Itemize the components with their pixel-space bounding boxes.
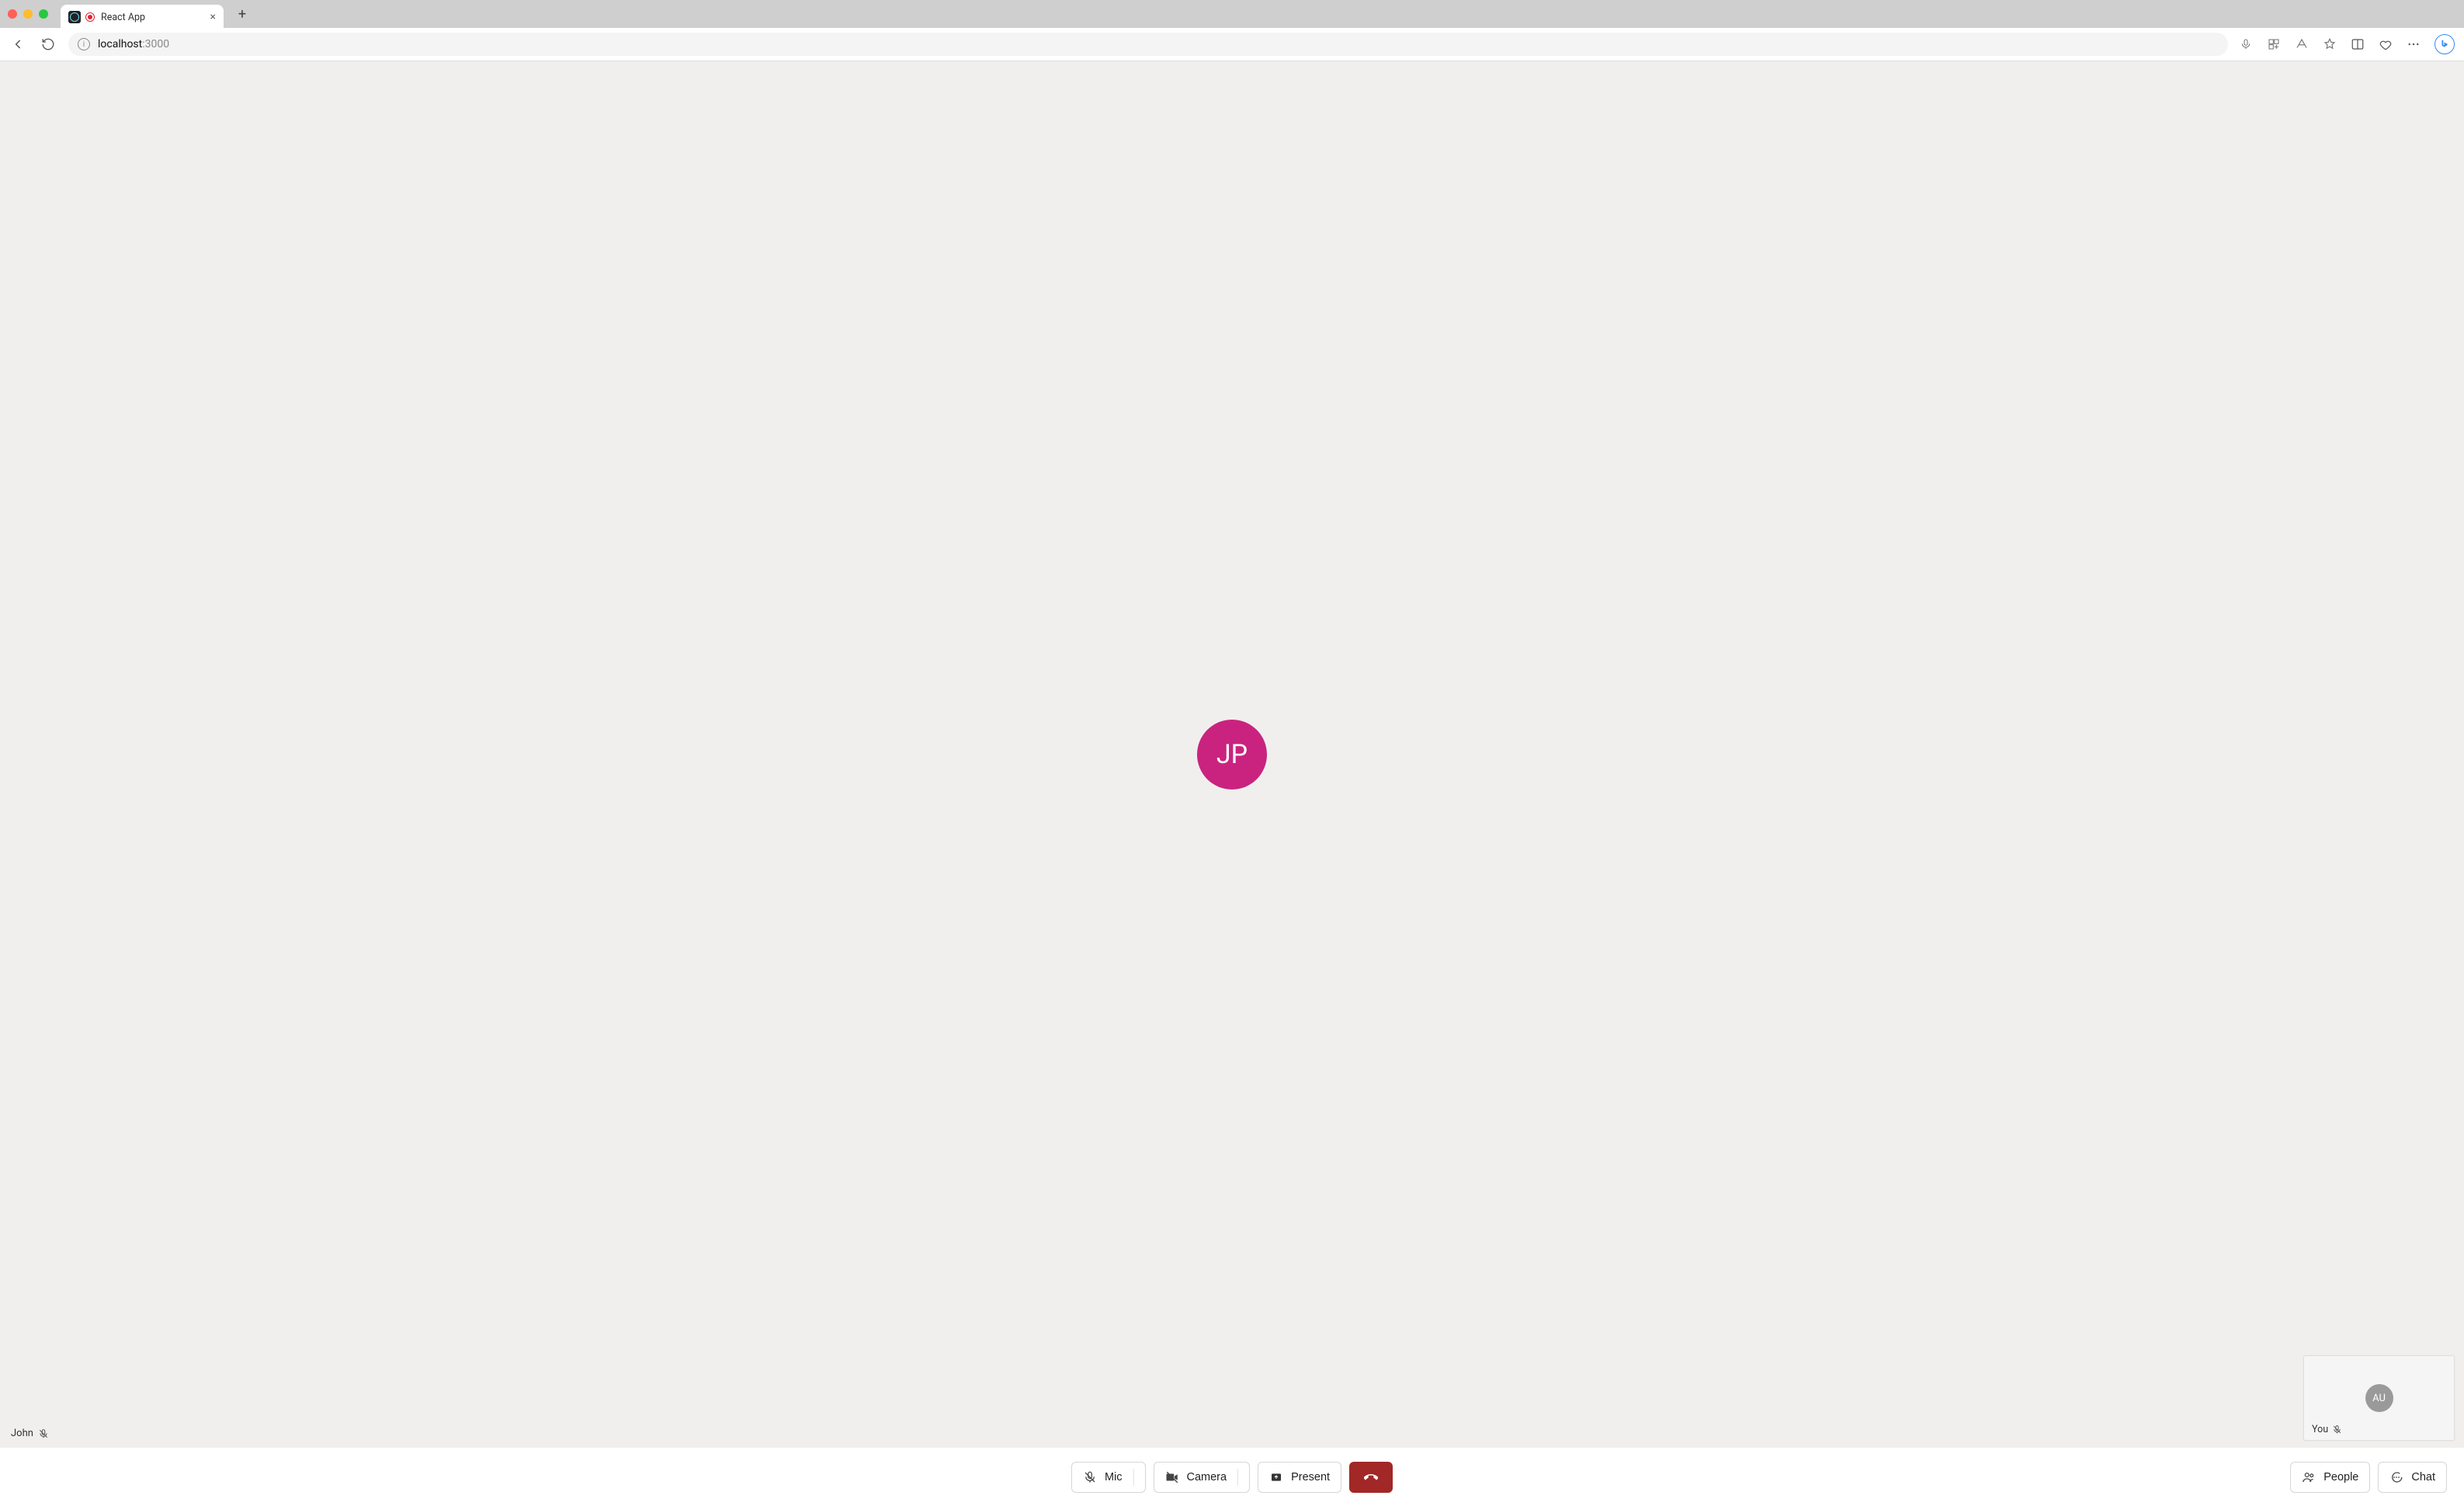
video-stage: JP John AU You <box>0 61 2464 1447</box>
tab-title: React App <box>101 12 204 23</box>
people-icon <box>2302 1470 2316 1484</box>
nav-back-button[interactable] <box>9 35 28 54</box>
remote-participant-label: John <box>11 1428 49 1439</box>
remote-participant-name: John <box>11 1428 33 1439</box>
present-icon <box>1269 1470 1283 1484</box>
bing-button[interactable] <box>2435 34 2455 54</box>
read-aloud-icon[interactable] <box>2295 37 2309 51</box>
extensions-icon[interactable] <box>2267 37 2281 51</box>
url-text: localhost:3000 <box>98 38 169 50</box>
browser-chrome: React App × + i localhost:3000 <box>0 0 2464 61</box>
tab-strip: React App × + <box>0 0 2464 28</box>
remote-participant-initials: JP <box>1216 739 1248 770</box>
window-maximize-button[interactable] <box>39 9 48 19</box>
window-controls <box>8 9 53 19</box>
window-minimize-button[interactable] <box>23 9 33 19</box>
recording-indicator-icon <box>85 12 95 22</box>
camera-off-icon <box>1165 1470 1179 1484</box>
site-info-icon[interactable]: i <box>78 38 90 50</box>
mic-label: Mic <box>1105 1471 1123 1483</box>
browser-tab[interactable]: React App × <box>61 5 224 29</box>
more-menu-icon[interactable] <box>2407 37 2421 51</box>
tab-favicon <box>68 11 95 23</box>
voice-search-icon[interactable] <box>2239 37 2253 51</box>
remote-participant-avatar: JP <box>1197 720 1267 789</box>
self-initials: AU <box>2372 1393 2386 1404</box>
address-bar-row: i localhost:3000 <box>0 28 2464 61</box>
window-close-button[interactable] <box>8 9 17 19</box>
tab-close-button[interactable]: × <box>210 11 216 23</box>
divider <box>1133 1469 1134 1486</box>
self-video-tile[interactable]: AU You <box>2303 1355 2455 1441</box>
people-button[interactable]: People <box>2290 1462 2370 1493</box>
people-label: People <box>2323 1471 2358 1483</box>
chat-button[interactable]: Chat <box>2378 1462 2447 1493</box>
mic-muted-icon <box>2332 1424 2343 1435</box>
center-controls: Mic Camera Present <box>1071 1462 1393 1493</box>
url-host: localhost <box>98 38 142 50</box>
present-button[interactable]: Present <box>1258 1462 1341 1493</box>
mic-off-icon <box>1083 1470 1097 1484</box>
self-avatar: AU <box>2365 1384 2393 1412</box>
present-label: Present <box>1291 1471 1330 1483</box>
url-port: :3000 <box>142 38 169 50</box>
new-tab-button[interactable]: + <box>231 3 253 25</box>
mic-button[interactable]: Mic <box>1071 1462 1146 1493</box>
video-call-app: JP John AU You M <box>0 61 2464 1506</box>
camera-label: Camera <box>1187 1471 1227 1483</box>
mic-muted-icon <box>38 1428 49 1439</box>
self-label: You <box>2312 1424 2343 1435</box>
self-name: You <box>2312 1424 2328 1435</box>
favorite-icon[interactable] <box>2323 37 2337 51</box>
nav-reload-button[interactable] <box>39 35 57 54</box>
hangup-button[interactable] <box>1349 1462 1393 1493</box>
react-favicon-icon <box>68 11 81 23</box>
hangup-icon <box>1364 1470 1378 1484</box>
split-screen-icon[interactable] <box>2351 37 2365 51</box>
collections-icon[interactable] <box>2379 37 2393 51</box>
chat-icon <box>2389 1470 2403 1484</box>
address-bar[interactable]: i localhost:3000 <box>68 33 2228 56</box>
right-controls: People Chat <box>2290 1462 2447 1493</box>
browser-toolbar-right <box>2239 34 2455 54</box>
divider <box>1237 1469 1238 1486</box>
chat-label: Chat <box>2411 1471 2435 1483</box>
camera-button[interactable]: Camera <box>1154 1462 1251 1493</box>
control-bar: Mic Camera Present <box>0 1447 2464 1506</box>
